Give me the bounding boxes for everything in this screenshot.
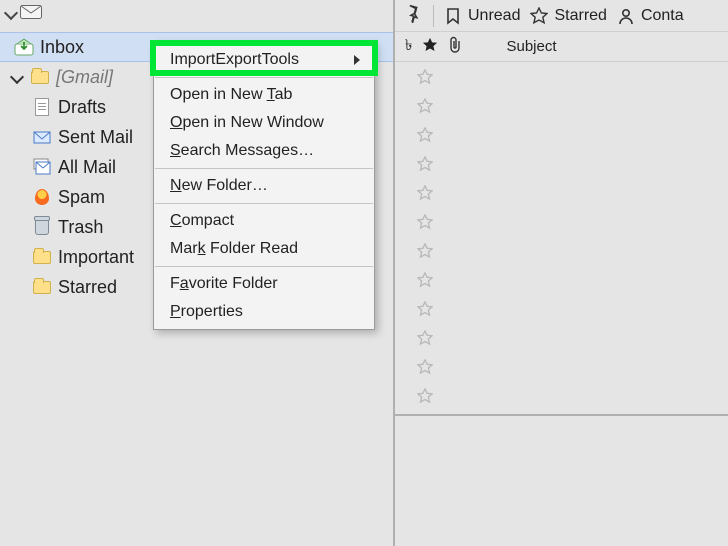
menu-favorite-folder[interactable]: Favorite Folder <box>154 270 374 298</box>
menu-label: Open in New Tab <box>170 86 292 104</box>
folder-label: Important <box>58 247 134 268</box>
subject-column[interactable]: Subject <box>506 38 556 55</box>
star-column[interactable] <box>422 37 438 57</box>
list-item[interactable] <box>395 294 728 323</box>
submenu-arrow-icon <box>354 55 360 65</box>
folder-label: All Mail <box>58 157 116 178</box>
menu-label: Search Messages… <box>170 142 314 160</box>
folder-icon <box>30 67 50 87</box>
star-outline-icon[interactable] <box>417 301 433 317</box>
expand-chevron-icon[interactable] <box>10 70 24 84</box>
toolbar-separator <box>433 5 434 27</box>
message-area: Unread Starred Conta ৳ Subject <box>395 0 728 546</box>
filter-label: Unread <box>468 7 520 25</box>
star-outline-icon[interactable] <box>417 243 433 259</box>
star-outline-icon[interactable] <box>417 69 433 85</box>
list-item[interactable] <box>395 352 728 381</box>
menu-label: New Folder… <box>170 177 268 195</box>
attachment-column[interactable] <box>448 36 462 58</box>
list-item[interactable] <box>395 207 728 236</box>
filter-contact[interactable]: Conta <box>617 7 684 25</box>
folder-label: Sent Mail <box>58 127 133 148</box>
preview-pane <box>395 416 728 546</box>
menu-open-new-window[interactable]: Open in New Window <box>154 109 374 137</box>
sidebar-topbar <box>0 0 393 28</box>
menu-label: Properties <box>170 303 243 321</box>
allmail-icon <box>32 157 52 177</box>
list-item[interactable] <box>395 62 728 91</box>
menu-properties[interactable]: Properties <box>154 298 374 326</box>
folder-context-menu: ImportExportTools Open in New Tab Open i… <box>153 42 375 330</box>
filter-label: Starred <box>554 7 606 25</box>
star-outline-icon[interactable] <box>417 272 433 288</box>
folder-label: Spam <box>58 187 105 208</box>
spam-icon <box>32 187 52 207</box>
menu-open-new-tab[interactable]: Open in New Tab <box>154 81 374 109</box>
menu-import-export[interactable]: ImportExportTools <box>154 46 374 74</box>
sent-icon <box>32 127 52 147</box>
star-outline-icon[interactable] <box>417 214 433 230</box>
filter-starred[interactable]: Starred <box>530 7 606 25</box>
column-headers: ৳ Subject <box>395 32 728 62</box>
star-outline-icon[interactable] <box>417 388 433 404</box>
folder-label: Starred <box>58 277 117 298</box>
folder-label: Inbox <box>40 37 84 58</box>
list-item[interactable] <box>395 265 728 294</box>
list-item[interactable] <box>395 91 728 120</box>
star-outline-icon[interactable] <box>417 359 433 375</box>
menu-label: Open in New Window <box>170 114 324 132</box>
account-envelope-icon <box>20 4 42 25</box>
person-icon <box>617 7 635 25</box>
folder-icon <box>32 247 52 267</box>
list-item[interactable] <box>395 236 728 265</box>
menu-label: Favorite Folder <box>170 275 278 293</box>
menu-separator <box>155 77 373 78</box>
menu-label: Compact <box>170 212 234 230</box>
folder-label: Trash <box>58 217 103 238</box>
draft-icon <box>32 97 52 117</box>
star-outline-icon[interactable] <box>417 185 433 201</box>
star-outline-icon[interactable] <box>417 98 433 114</box>
list-item[interactable] <box>395 120 728 149</box>
menu-search-messages[interactable]: Search Messages… <box>154 137 374 165</box>
collapse-chevron-icon[interactable] <box>4 6 18 20</box>
bookmark-icon <box>444 7 462 25</box>
list-item[interactable] <box>395 323 728 352</box>
star-outline-icon[interactable] <box>417 330 433 346</box>
folder-label: Drafts <box>58 97 106 118</box>
thread-column[interactable]: ৳ <box>405 34 412 59</box>
menu-compact[interactable]: Compact <box>154 207 374 235</box>
menu-separator <box>155 266 373 267</box>
pin-icon[interactable] <box>403 3 423 28</box>
inbox-icon <box>14 37 34 57</box>
star-icon <box>530 7 548 25</box>
star-outline-icon[interactable] <box>417 156 433 172</box>
menu-separator <box>155 168 373 169</box>
menu-label: ImportExportTools <box>170 51 299 69</box>
menu-mark-folder-read[interactable]: Mark Folder Read <box>154 235 374 263</box>
list-item[interactable] <box>395 149 728 178</box>
filter-label: Conta <box>641 7 684 25</box>
quick-filter-toolbar: Unread Starred Conta <box>395 0 728 32</box>
folder-icon <box>32 277 52 297</box>
folder-sidebar: Inbox [Gmail] Drafts Sent Mail <box>0 0 395 546</box>
list-item[interactable] <box>395 381 728 410</box>
menu-separator <box>155 203 373 204</box>
folder-label: [Gmail] <box>56 67 113 88</box>
star-outline-icon[interactable] <box>417 127 433 143</box>
menu-new-folder[interactable]: New Folder… <box>154 172 374 200</box>
filter-unread[interactable]: Unread <box>444 7 520 25</box>
list-item[interactable] <box>395 178 728 207</box>
menu-label: Mark Folder Read <box>170 240 298 258</box>
message-list[interactable] <box>395 62 728 416</box>
trash-icon <box>32 217 52 237</box>
